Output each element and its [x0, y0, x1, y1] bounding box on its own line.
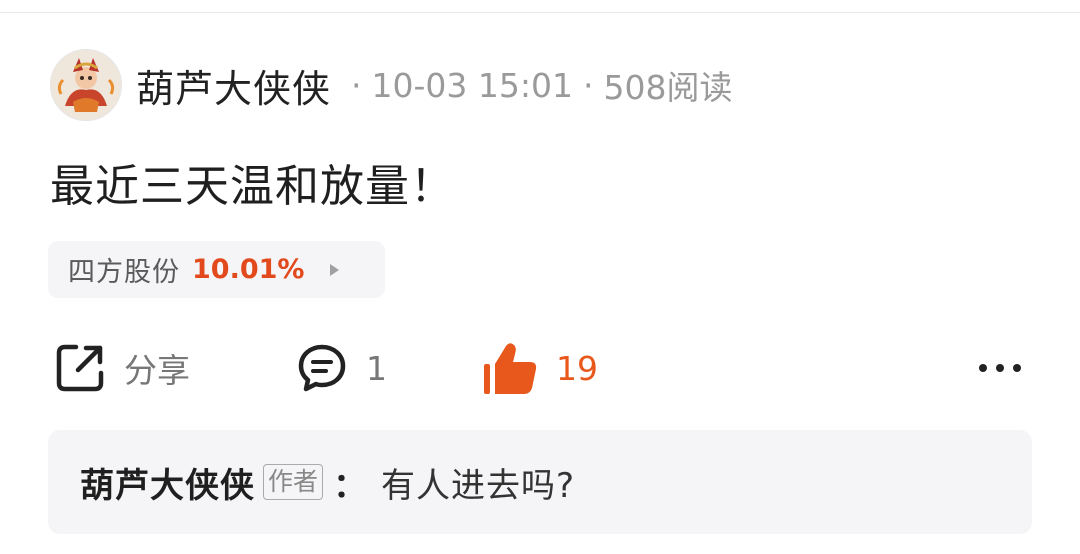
post-time: 10-03 15:01	[371, 65, 573, 105]
reply-author[interactable]: 葫芦大侠侠	[80, 458, 255, 507]
meta-separator: ·	[583, 65, 594, 105]
comment-count: 1	[366, 348, 387, 388]
thumbs-up-icon	[484, 343, 537, 394]
like-count: 19	[556, 348, 598, 388]
reply-text: 有人进去吗?	[381, 465, 576, 506]
stock-change: 10.01%	[192, 254, 305, 285]
meta-separator: ·	[351, 65, 362, 105]
avatar[interactable]	[50, 49, 122, 121]
share-button[interactable]: 分享	[54, 330, 190, 406]
author-name[interactable]: 葫芦大侠侠	[136, 58, 331, 113]
read-count: 508阅读	[603, 68, 733, 107]
post-header: 葫芦大侠侠 · 10-03 15:01 · 508阅读	[50, 48, 733, 122]
more-button[interactable]	[976, 330, 1024, 406]
share-label: 分享	[124, 351, 190, 390]
post-content: 最近三天温和放量！	[50, 161, 455, 212]
comment-icon	[298, 344, 346, 392]
more-icon	[979, 364, 1021, 372]
stock-name: 四方股份	[68, 257, 180, 288]
post-meta: · 10-03 15:01 · 508阅读	[341, 61, 732, 109]
reply-colon: ：	[333, 465, 368, 506]
like-button[interactable]: 19	[482, 330, 598, 406]
comment-button[interactable]: 1	[296, 330, 387, 406]
chevron-right-icon	[330, 263, 340, 276]
stock-tag[interactable]: 四方股份 10.01%	[48, 241, 385, 298]
top-divider	[0, 0, 1080, 13]
author-badge: 作者	[263, 464, 324, 500]
action-bar: 分享 1 19	[0, 330, 1080, 406]
share-icon	[56, 344, 104, 392]
reply-preview[interactable]: 葫芦大侠侠 作者 ： 有人进去吗?	[48, 430, 1032, 534]
